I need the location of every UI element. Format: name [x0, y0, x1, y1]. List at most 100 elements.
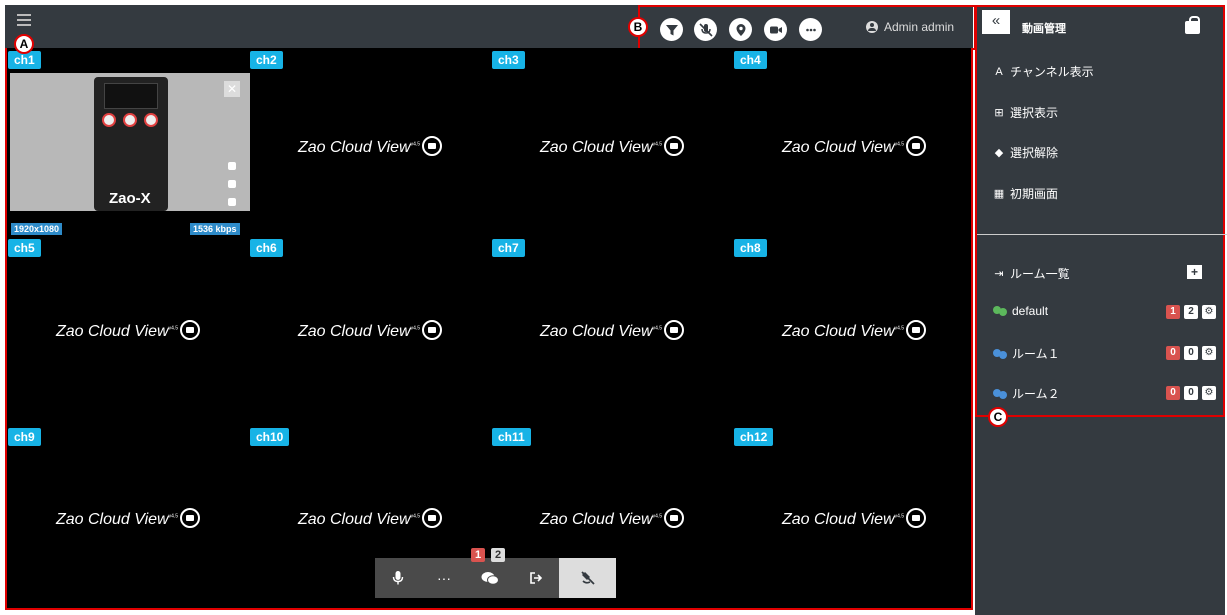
user-menu[interactable]: Admin admin: [866, 20, 954, 34]
brand-camera-icon: [422, 136, 443, 156]
live-video-feed[interactable]: Zao-X ✕: [10, 73, 250, 211]
snapshot-icon[interactable]: [228, 162, 236, 170]
callout-b: B: [628, 17, 648, 37]
video-button[interactable]: [764, 18, 787, 41]
brand-camera-icon: [906, 136, 927, 156]
brand-text: Zao Cloud View: [539, 511, 653, 528]
channel-label: ch4: [734, 51, 767, 69]
brand-version: v4.5: [168, 513, 179, 520]
rooms-title: ルーム一覧: [1010, 267, 1070, 281]
room-badges: 0 0 ⚙: [1166, 386, 1216, 400]
menu-label: 初期画面: [1010, 187, 1059, 201]
add-room-button[interactable]: +: [1187, 265, 1202, 279]
panel-title: 動画管理: [1022, 23, 1066, 35]
channel-label: ch2: [250, 51, 283, 69]
eraser-icon: ◆: [994, 147, 1004, 159]
brand-camera-icon: [664, 508, 685, 528]
room-item[interactable]: ルーム１: [993, 345, 1060, 362]
room-settings-icon[interactable]: ⚙: [1202, 346, 1216, 360]
channel-label: ch9: [8, 428, 41, 446]
room-settings-icon[interactable]: ⚙: [1202, 305, 1216, 319]
brand-camera-icon: [180, 508, 201, 528]
brand-watermark: Zao Cloud Viewv4.5: [733, 136, 975, 157]
brand-camera-icon: [422, 508, 443, 528]
filter-button[interactable]: [660, 18, 683, 41]
channel-label: ch3: [492, 51, 525, 69]
brand-text: Zao Cloud View: [297, 139, 411, 156]
brand-text: Zao Cloud View: [781, 139, 895, 156]
microphone-icon: [392, 571, 404, 585]
mic-off-icon: [698, 22, 713, 37]
more-options-button[interactable]: [799, 18, 822, 41]
room-badges: 1 2 ⚙: [1166, 305, 1216, 319]
hamburger-menu-icon[interactable]: [17, 14, 31, 26]
device-name: Zao-X: [109, 190, 151, 207]
sign-in-icon: ⇥: [994, 268, 1004, 280]
callout-c: C: [988, 407, 1008, 427]
brand-text: Zao Cloud View: [539, 323, 653, 340]
menu-label: チャンネル表示: [1010, 65, 1094, 79]
room-item[interactable]: ルーム２: [993, 385, 1060, 402]
location-icon: [736, 23, 745, 36]
brand-watermark: Zao Cloud Viewv4.5: [491, 508, 733, 529]
brand-watermark: Zao Cloud Viewv4.5: [249, 136, 491, 157]
brand-text: Zao Cloud View: [297, 511, 411, 528]
pointer-icon[interactable]: [228, 198, 236, 206]
channel-label: ch11: [492, 428, 531, 446]
filter-icon: [665, 24, 678, 35]
menu-channel-display[interactable]: A チャンネル表示: [993, 63, 1094, 80]
brand-watermark: Zao Cloud Viewv4.5: [491, 136, 733, 157]
brand-watermark: Zao Cloud Viewv4.5: [7, 320, 249, 341]
font-icon: A: [995, 65, 1003, 78]
collapse-panel-button[interactable]: «: [982, 10, 1010, 34]
video-camera-icon: [769, 26, 782, 33]
mute-all-button[interactable]: [694, 18, 717, 41]
room-name: ルーム２: [1012, 387, 1060, 401]
menu-initial-screen[interactable]: ▦ 初期画面: [993, 185, 1058, 202]
channel-label: ch12: [734, 428, 774, 446]
brand-text: Zao Cloud View: [297, 323, 411, 340]
grid-select-icon: ⊞: [994, 107, 1004, 119]
more-controls-button[interactable]: ···: [421, 558, 467, 598]
brand-version: v4.5: [410, 141, 421, 148]
panel-highlight: « 動画管理 A チャンネル表示 ⊞ 選択表示 ◆ 選択解除 ▦ 初期画面 ⇥: [975, 5, 1227, 417]
brand-version: v4.5: [894, 513, 905, 520]
brand-text: Zao Cloud View: [781, 323, 895, 340]
menu-label: 選択表示: [1010, 106, 1059, 120]
lock-icon[interactable]: [1185, 16, 1200, 34]
users-icon: [993, 348, 1009, 359]
menu-select-display[interactable]: ⊞ 選択表示: [993, 104, 1058, 121]
refresh-icon[interactable]: [228, 180, 236, 188]
brand-version: v4.5: [168, 325, 179, 332]
menu-label: 選択解除: [1010, 146, 1059, 160]
channel-label: ch6: [250, 239, 283, 257]
chat-badge-white: 2: [491, 548, 506, 562]
brand-version: v4.5: [652, 513, 663, 520]
brand-camera-icon: [664, 320, 685, 340]
room-settings-icon[interactable]: ⚙: [1202, 386, 1216, 400]
user-icon: [866, 21, 878, 33]
bitrate-badge: 1536 kbps: [190, 223, 240, 235]
menu-deselect[interactable]: ◆ 選択解除: [993, 144, 1058, 161]
toolbar: Admin admin: [638, 5, 976, 50]
resolution-badge: 1920x1080: [11, 223, 63, 235]
chat-icon: [481, 572, 499, 585]
location-button[interactable]: [729, 18, 752, 41]
microphone-button[interactable]: [375, 558, 421, 598]
top-bar: Admin admin: [5, 5, 976, 50]
room-count-badge: 0: [1166, 346, 1180, 360]
room-count-badge: 0: [1184, 346, 1198, 360]
brand-watermark: Zao Cloud Viewv4.5: [249, 320, 491, 341]
leave-button[interactable]: [513, 558, 559, 598]
table-icon: ▦: [993, 188, 1005, 200]
user-name: Admin admin: [884, 20, 955, 34]
mute-toggle-button[interactable]: [559, 558, 616, 598]
brand-version: v4.5: [894, 141, 905, 148]
brand-watermark: Zao Cloud Viewv4.5: [249, 508, 491, 529]
channel-label: ch5: [8, 239, 41, 257]
room-item[interactable]: default: [993, 304, 1048, 318]
callout-a: A: [14, 34, 34, 54]
channel-label: ch8: [734, 239, 767, 257]
close-feed-button[interactable]: ✕: [224, 81, 240, 97]
chat-button[interactable]: 1 2: [467, 548, 513, 598]
